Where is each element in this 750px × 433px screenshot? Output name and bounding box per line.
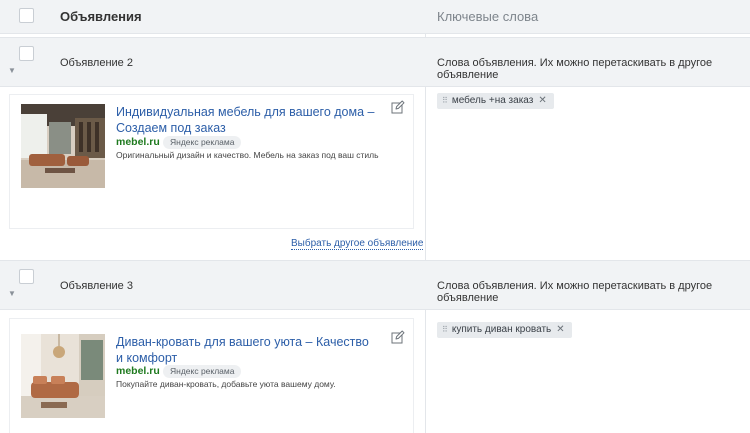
keyword-text: купить диван кровать: [451, 324, 552, 335]
remove-keyword-icon[interactable]: ✕: [556, 324, 564, 335]
collapse-caret-icon[interactable]: ▼: [8, 67, 16, 75]
ad-title[interactable]: Диван-кровать для вашего уюта – Качество…: [116, 334, 376, 366]
ads-column-title: Объявления: [60, 9, 142, 24]
edit-icon[interactable]: [391, 330, 405, 344]
ad-checkbox[interactable]: [19, 46, 34, 61]
edit-icon[interactable]: [391, 100, 405, 114]
keyword-chip[interactable]: ⠿ мебель +на заказ ✕: [437, 93, 554, 109]
ad-image: [21, 104, 105, 188]
keyword-chip[interactable]: ⠿ купить диван кровать ✕: [437, 322, 572, 338]
ad-title[interactable]: Индивидуальная мебель для вашего дома – …: [116, 104, 376, 136]
keywords-hint: Слова объявления. Их можно перетаскивать…: [437, 280, 713, 304]
keywords-hint: Слова объявления. Их можно перетаскивать…: [437, 57, 713, 81]
ad-text: Оригинальный дизайн и качество. Мебель н…: [116, 150, 379, 160]
ad-group-row: ▼ Объявление 3 Слова объявления. Их можн…: [0, 260, 750, 310]
drag-handle-icon[interactable]: ⠿: [442, 325, 448, 334]
ad-group-label: Объявление 2: [60, 57, 133, 69]
ad-preview-card: Диван-кровать для вашего уюта – Качество…: [9, 318, 414, 433]
ad-checkbox[interactable]: [19, 269, 34, 284]
ad-label-badge: Яндекс реклама: [163, 365, 242, 378]
ad-label-badge: Яндекс реклама: [163, 136, 242, 149]
ad-domain: mebel.ru: [116, 365, 160, 377]
drag-handle-icon[interactable]: ⠿: [442, 96, 448, 105]
ad-preview-card: Индивидуальная мебель для вашего дома – …: [9, 94, 414, 229]
ad-group-row: ▼ Объявление 2 Слова объявления. Их можн…: [0, 37, 750, 87]
ad-domain: mebel.ru: [116, 136, 160, 148]
ad-text: Покупайте диван-кровать, добавьте уюта в…: [116, 379, 336, 389]
select-all-checkbox[interactable]: [19, 8, 34, 23]
ad-group-label: Объявление 3: [60, 280, 133, 292]
ad-image: [21, 334, 105, 418]
choose-another-ad-link[interactable]: Выбрать другое объявление: [291, 238, 424, 250]
remove-keyword-icon[interactable]: ✕: [538, 95, 546, 106]
collapse-caret-icon[interactable]: ▼: [8, 290, 16, 298]
table-header: Объявления Ключевые слова: [0, 0, 750, 34]
keywords-column-title: Ключевые слова: [437, 9, 539, 24]
keyword-text: мебель +на заказ: [451, 95, 534, 106]
